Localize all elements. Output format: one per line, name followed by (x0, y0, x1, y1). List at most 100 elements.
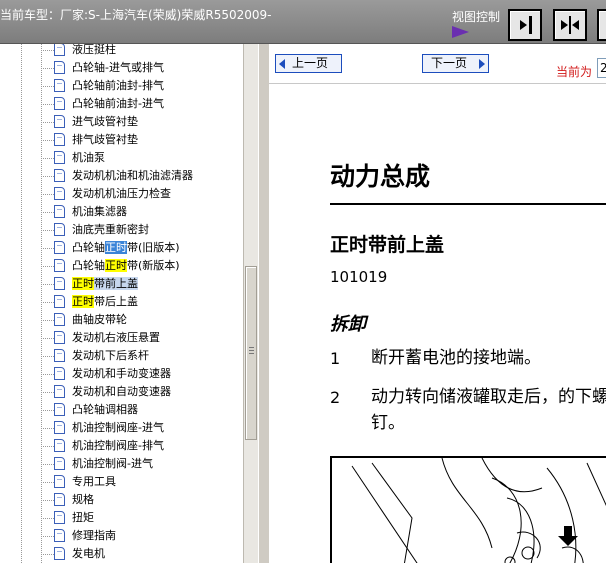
split-view-icon (561, 16, 579, 34)
tree-item[interactable]: 凸轮轴-进气或排气 (0, 59, 243, 77)
collapse-left-icon (520, 16, 532, 34)
tree-item[interactable]: 曲轴皮带轮 (0, 311, 243, 329)
next-page-button[interactable]: 下一页 (422, 54, 489, 73)
tree-connector (41, 122, 54, 123)
tree-item[interactable]: 凸轮轴前油封-排气 (0, 77, 243, 95)
tree-item[interactable]: 油底壳重新密封 (0, 221, 243, 239)
tree-item[interactable]: 机油控制阀座-进气 (0, 419, 243, 437)
tree-item[interactable]: 修理指南 (0, 527, 243, 545)
panel-splitter[interactable] (258, 44, 269, 563)
document-icon (54, 385, 65, 398)
tree-item[interactable]: 机油控制阀座-排气 (0, 437, 243, 455)
tree-item-label-segment: 正时 (72, 295, 94, 308)
tree-item[interactable]: 发电机 (0, 545, 243, 563)
tree-scrollbar[interactable] (243, 44, 258, 563)
engine-diagram (330, 456, 606, 563)
application-window: 当前车型：厂家:S-上海汽车(荣威)荣威R5502009- 视图控制 液压挺柱凸… (0, 0, 606, 563)
step-number: 1 (330, 349, 341, 368)
tree-connector (41, 374, 54, 375)
tree-item-label: 机油泵 (72, 151, 105, 165)
tree-item-label-segment: 扭矩 (72, 511, 94, 524)
document-icon (54, 475, 65, 488)
tree-item[interactable]: 液压挺柱 (0, 44, 243, 59)
tree-item[interactable]: 正时带前上盖 (0, 275, 243, 293)
tree-item[interactable]: 排气歧管衬垫 (0, 131, 243, 149)
tree-item[interactable]: 发动机和手动变速器 (0, 365, 243, 383)
view-split-button[interactable] (553, 9, 587, 41)
view-left-panel-button[interactable] (597, 9, 606, 41)
document-icon (54, 331, 65, 344)
tree-connector (41, 68, 54, 69)
tree-item-label-segment: 修理指南 (72, 529, 116, 542)
tree-connector (41, 536, 54, 537)
document-icon (54, 439, 65, 452)
tree-item-label-segment: 机油泵 (72, 151, 105, 164)
step-text: 动力转向储液罐取走后，的下螺钉。 (371, 387, 606, 433)
prev-page-button[interactable]: 上一页 (275, 54, 342, 73)
tree-item[interactable]: 发动机下后系杆 (0, 347, 243, 365)
tree-item[interactable]: 凸轮轴调相器 (0, 401, 243, 419)
tree-item-label-segment: 带(新版本) (127, 259, 180, 272)
tree-item-label: 发动机右液压悬置 (72, 331, 160, 345)
title-divider (330, 203, 606, 205)
tree-item[interactable]: 规格 (0, 491, 243, 509)
tree-item[interactable]: 专用工具 (0, 473, 243, 491)
view-right-panel-button[interactable] (508, 9, 542, 41)
document-icon (54, 79, 65, 92)
tree-item[interactable]: 机油集滤器 (0, 203, 243, 221)
tree-item[interactable]: 凸轮轴前油封-进气 (0, 95, 243, 113)
document-icon (54, 97, 65, 110)
tree-item-label: 机油集滤器 (72, 205, 127, 219)
tree-item[interactable]: 凸轮轴正时带(新版本) (0, 257, 243, 275)
tree-item[interactable]: 机油控制阀-进气 (0, 455, 243, 473)
tree-item-label: 凸轮轴前油封-排气 (72, 79, 164, 93)
view-control-label: 视图控制 (452, 10, 501, 24)
tree-connector (41, 446, 54, 447)
document-icon (54, 547, 65, 560)
document-icon (54, 241, 65, 254)
page-heading: 正时带前上盖 (330, 234, 445, 256)
tree-item-label-segment: 发动机下后系杆 (72, 349, 149, 362)
tree-scroll-thumb[interactable] (245, 266, 257, 440)
tree-item[interactable]: 发动机右液压悬置 (0, 329, 243, 347)
tree-item[interactable]: 发动机和自动变速器 (0, 383, 243, 401)
tree-connector (41, 338, 54, 339)
arrow-right-icon (479, 59, 485, 69)
tree-item[interactable]: 正时带后上盖 (0, 293, 243, 311)
tree-item[interactable]: 进气歧管衬垫 (0, 113, 243, 131)
tree-item-label: 发电机 (72, 547, 105, 561)
tree-item-label-segment: 发电机 (72, 547, 105, 560)
next-page-label: 下一页 (431, 56, 468, 70)
current-page-label: 当前为 (556, 65, 593, 79)
collapse-right-icon (601, 13, 606, 37)
tree-connector (41, 158, 54, 159)
tree-connector (41, 320, 54, 321)
scroll-grip-icon (249, 347, 254, 354)
tree-item-label: 凸轮轴正时带(新版本) (72, 259, 180, 273)
tree-connector (41, 410, 54, 411)
tree-connector (41, 356, 54, 357)
tree-connector (41, 104, 54, 105)
tree-item-label-segment: 机油控制阀座-排气 (72, 439, 164, 452)
tree-item-label-segment: 凸轮轴前油封-进气 (72, 97, 164, 110)
tree-item[interactable]: 凸轮轴正时带(旧版本) (0, 239, 243, 257)
tree-item-label-segment: 曲轴皮带轮 (72, 313, 127, 326)
tree-connector (41, 302, 54, 303)
tree-item-label: 凸轮轴前油封-进气 (72, 97, 164, 111)
tree-item-label-segment: 发动机机油和机油滤清器 (72, 169, 193, 182)
tree-connector (41, 392, 54, 393)
tree-item[interactable]: 机油泵 (0, 149, 243, 167)
tree-connector (41, 518, 54, 519)
tree-item-label-segment: 发动机和自动变速器 (72, 385, 171, 398)
tree-item-label-segment: 机油控制阀-进气 (72, 457, 153, 470)
tree-item[interactable]: 发动机机油和机油滤清器 (0, 167, 243, 185)
page-number-input[interactable]: 2 (597, 58, 606, 78)
document-icon (54, 295, 65, 308)
tree-item-label: 排气歧管衬垫 (72, 133, 138, 147)
document-icon (54, 205, 65, 218)
tree-item[interactable]: 发动机机油压力检查 (0, 185, 243, 203)
tree-item[interactable]: 扭矩 (0, 509, 243, 527)
view-control-arrow-icon (452, 26, 469, 38)
tree-item-label: 专用工具 (72, 475, 116, 489)
tree-item-label-segment: 进气歧管衬垫 (72, 115, 138, 128)
